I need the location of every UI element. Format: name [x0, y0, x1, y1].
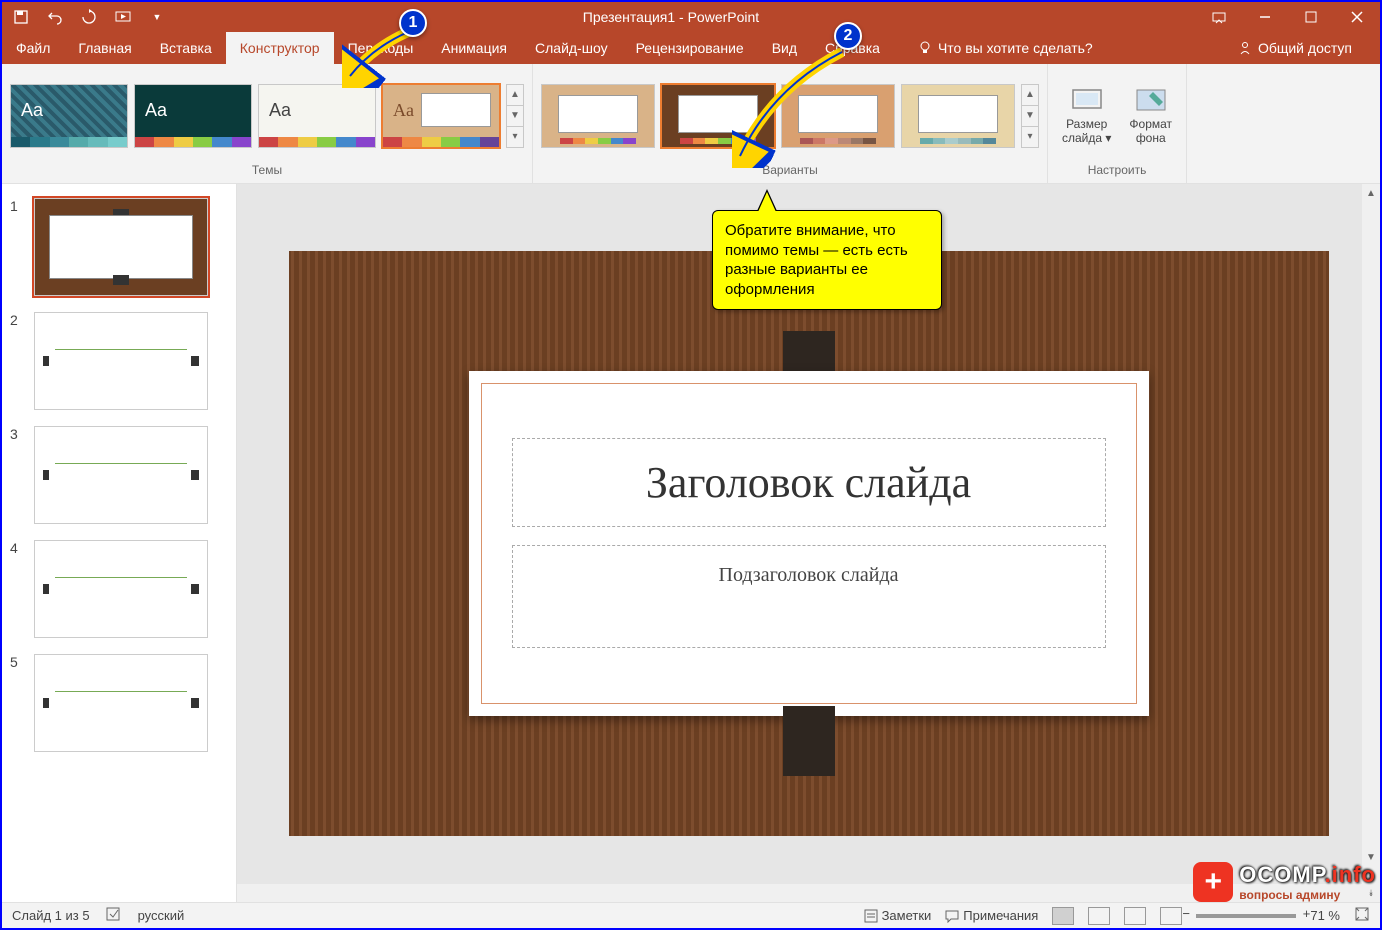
slide-thumb-2[interactable] — [34, 312, 208, 410]
save-button[interactable] — [12, 8, 30, 26]
binder-clip-bottom — [783, 706, 835, 776]
theme-gallery-item-4-selected[interactable]: Aa — [382, 84, 500, 148]
zoom-level[interactable]: 71 % — [1310, 908, 1340, 923]
watermark: + OCOMP.info вопросы админу — [1193, 862, 1376, 902]
slide-thumb-4[interactable] — [34, 540, 208, 638]
redo-button[interactable] — [80, 8, 98, 26]
annotation-badge-1: 1 — [399, 9, 427, 37]
comments-button[interactable]: Примечания — [945, 908, 1038, 923]
variants-gallery-more[interactable]: ▲▼▾ — [1021, 84, 1039, 148]
annotation-arrow-2 — [732, 48, 852, 168]
tell-me-search[interactable]: Что вы хотите сделать? — [904, 32, 1107, 64]
tell-me-label: Что вы хотите сделать? — [938, 40, 1093, 56]
annotation-badge-2: 2 — [834, 22, 862, 50]
ribbon-display-options[interactable] — [1196, 2, 1242, 32]
current-slide[interactable]: Заголовок слайда Подзаголовок слайда — [289, 251, 1329, 836]
language-indicator[interactable]: русский — [138, 908, 185, 923]
scroll-up[interactable]: ▲ — [1362, 184, 1380, 202]
annotation-arrow-1 — [342, 28, 422, 88]
qat-customize[interactable]: ▼ — [148, 8, 166, 26]
zoom-slider[interactable] — [1196, 914, 1296, 918]
slideshow-view-button[interactable] — [1160, 907, 1182, 925]
variant-1[interactable] — [541, 84, 655, 148]
maximize-button[interactable] — [1288, 2, 1334, 32]
theme-gallery-item-2[interactable]: Aa — [134, 84, 252, 148]
tab-insert[interactable]: Вставка — [146, 32, 226, 64]
format-background-icon — [1135, 86, 1167, 114]
slide-size-button[interactable]: Размерслайда ▾ — [1056, 82, 1117, 150]
slide-size-icon — [1071, 86, 1103, 114]
theme-gallery-item-1[interactable]: Aa — [10, 84, 128, 148]
slide-plaque: Заголовок слайда Подзаголовок слайда — [469, 371, 1149, 716]
slide-counter[interactable]: Слайд 1 из 5 — [12, 908, 90, 923]
variant-4[interactable] — [901, 84, 1015, 148]
watermark-plus-icon: + — [1193, 862, 1233, 902]
format-background-button[interactable]: Форматфона — [1123, 82, 1178, 150]
title-placeholder[interactable]: Заголовок слайда — [512, 438, 1106, 527]
slide-thumb-5[interactable] — [34, 654, 208, 752]
slide-thumb-3[interactable] — [34, 426, 208, 524]
fit-to-window-button[interactable] — [1354, 906, 1370, 925]
subtitle-placeholder[interactable]: Подзаголовок слайда — [512, 545, 1106, 648]
slide-thumb-1[interactable] — [34, 198, 208, 296]
vertical-scrollbar[interactable]: ▲ ▼ ⯭ ⯯ — [1362, 184, 1380, 902]
annotation-callout: Обратите внимание, что помимо темы — ест… — [712, 210, 942, 310]
tab-design[interactable]: Конструктор — [226, 32, 334, 64]
minimize-button[interactable] — [1242, 2, 1288, 32]
share-label: Общий доступ — [1258, 40, 1352, 56]
tab-file[interactable]: Файл — [2, 32, 64, 64]
theme-gallery-item-3[interactable]: Aa — [258, 84, 376, 148]
reading-view-button[interactable] — [1124, 907, 1146, 925]
share-icon — [1238, 41, 1252, 55]
slide-thumbnails-panel[interactable]: 1 2 3 4 5 — [2, 184, 237, 902]
spell-check-icon[interactable] — [106, 906, 122, 925]
themes-gallery-more[interactable]: ▲▼▾ — [506, 84, 524, 148]
lightbulb-icon — [918, 41, 932, 55]
window-title: Презентация1 - PowerPoint — [176, 9, 1166, 25]
close-button[interactable] — [1334, 2, 1380, 32]
themes-group-label: Темы — [10, 163, 524, 183]
tab-home[interactable]: Главная — [64, 32, 145, 64]
tab-animations[interactable]: Анимация — [427, 32, 521, 64]
notes-button[interactable]: Заметки — [864, 908, 932, 923]
tab-slideshow[interactable]: Слайд-шоу — [521, 32, 622, 64]
share-button[interactable]: Общий доступ — [1224, 32, 1366, 64]
start-slideshow-button[interactable] — [114, 8, 132, 26]
undo-button[interactable] — [46, 8, 64, 26]
thumb-number: 1 — [10, 198, 24, 296]
normal-view-button[interactable] — [1052, 907, 1074, 925]
slide-sorter-view-button[interactable] — [1088, 907, 1110, 925]
customize-group-label: Настроить — [1056, 163, 1178, 183]
